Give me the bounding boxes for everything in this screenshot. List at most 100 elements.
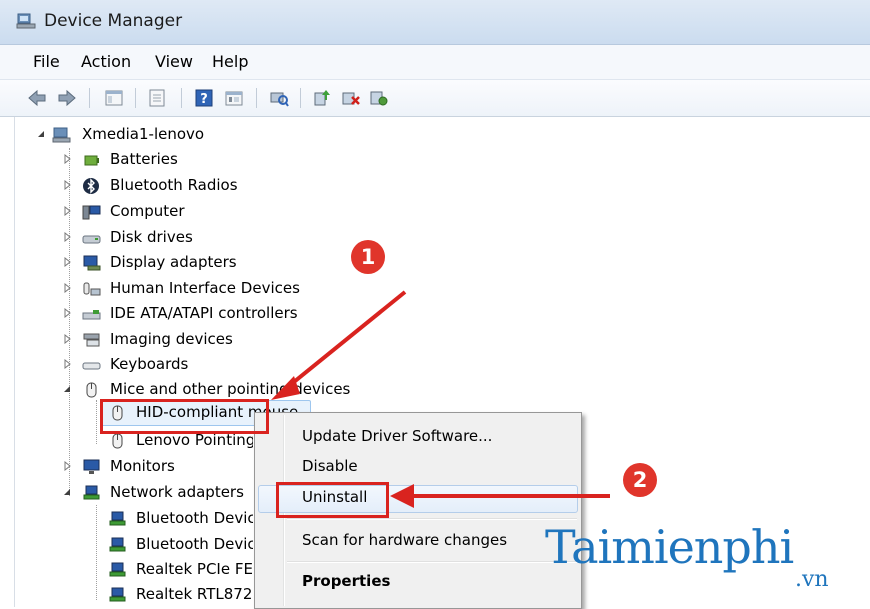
tree-item-label: Realtek RTL8723BE Wireless LAN (136, 585, 253, 603)
menu-help[interactable]: Help (212, 52, 248, 71)
battery-icon (84, 155, 99, 166)
disable-icon[interactable] (368, 87, 390, 109)
expand-arrow-icon[interactable] (62, 232, 72, 242)
tree-item-label: Batteries (110, 150, 178, 168)
tree-item-realtek-wireless[interactable]: Realtek RTL8723BE Wireless LAN (88, 583, 253, 607)
toolbar: ? (0, 80, 870, 117)
expand-arrow-icon[interactable] (62, 180, 72, 190)
tree-item-bluetooth-radios[interactable]: Bluetooth Radios (62, 174, 362, 198)
tree-item-label: Human Interface Devices (110, 279, 300, 297)
tree-item-label: Bluetooth Device (RFCOMM Protocol TDI) (136, 535, 253, 553)
tree-item-label: IDE ATA/ATAPI controllers (110, 304, 298, 322)
toolbar-separator (89, 88, 90, 108)
context-menu-separator (287, 561, 577, 563)
expand-arrow-icon[interactable] (62, 308, 72, 318)
show-hide-console-tree-icon[interactable] (103, 87, 125, 109)
tree-item-network-adapters[interactable]: Network adapters (62, 481, 252, 505)
ide-controller-icon (82, 310, 101, 320)
disable-menu-item[interactable]: Disable (302, 457, 358, 475)
tree-item-ide-controllers[interactable]: IDE ATA/ATAPI controllers (62, 302, 362, 326)
uninstall-icon[interactable] (340, 87, 362, 109)
tree-item-monitors[interactable]: Monitors (62, 455, 252, 479)
tree-item-label: Network adapters (110, 483, 244, 501)
disk-drive-icon (82, 235, 101, 244)
toolbar-separator (181, 88, 182, 108)
expand-arrow-icon[interactable] (62, 154, 72, 164)
step-badge-2: 2 (623, 463, 657, 497)
expand-arrow-icon[interactable] (62, 359, 72, 369)
tree-item-label: Display adapters (110, 253, 237, 271)
display-adapter-icon (83, 255, 101, 271)
tree-item-label: Mice and other pointing devices (110, 380, 351, 398)
annotation-box-uninstall (276, 482, 389, 518)
mouse-icon (86, 382, 97, 398)
expand-arrow-icon[interactable] (62, 257, 72, 267)
tree-item-keyboards[interactable]: Keyboards (62, 353, 362, 377)
update-driver-icon[interactable] (311, 87, 333, 109)
scan-hardware-icon[interactable] (268, 87, 290, 109)
tree-item-label: Bluetooth Device (Personal Area Network) (136, 509, 253, 527)
tree-item-disk-drives[interactable]: Disk drives (62, 226, 362, 250)
step-badge-1: 1 (351, 240, 385, 274)
menu-view[interactable]: View (155, 52, 193, 71)
update-driver-menu-item[interactable]: Update Driver Software... (302, 427, 492, 445)
expand-arrow-icon[interactable] (62, 334, 72, 344)
toolbar-separator (135, 88, 136, 108)
tree-item-display-adapters[interactable]: Display adapters (62, 251, 362, 275)
toolbar-separator (256, 88, 257, 108)
tree-item-imaging-devices[interactable]: Imaging devices (62, 328, 362, 352)
camera-icon (83, 333, 100, 347)
back-icon[interactable] (26, 87, 48, 109)
network-adapter-icon (109, 562, 126, 577)
tree-item-label: Computer (110, 202, 185, 220)
network-adapter-icon (109, 537, 126, 552)
tree-item-bluetooth-rfcomm[interactable]: Bluetooth Device (RFCOMM Protocol TDI) (88, 533, 253, 557)
expand-arrow-icon[interactable] (62, 206, 72, 216)
annotation-box-hid-mouse (100, 399, 269, 434)
keyboard-icon (82, 362, 101, 370)
monitor-icon (83, 459, 100, 474)
scan-hardware-menu-item[interactable]: Scan for hardware changes (302, 531, 507, 549)
network-icon (83, 485, 100, 500)
help-icon[interactable]: ? (193, 87, 215, 109)
tree-root[interactable]: Xmedia1-lenovo (36, 123, 336, 147)
menu-bar: File Action View Help (0, 45, 870, 80)
tree-item-label: Bluetooth Radios (110, 176, 238, 194)
bluetooth-icon (83, 178, 99, 194)
collapse-arrow-icon[interactable] (62, 487, 72, 497)
tree-item-computer[interactable]: Computer (62, 200, 362, 224)
tree-item-label: Monitors (110, 457, 175, 475)
view-icon[interactable] (223, 87, 245, 109)
menu-file[interactable]: File (33, 52, 60, 71)
computer-icon (82, 205, 101, 220)
collapse-arrow-icon[interactable] (62, 384, 72, 394)
tree-item-batteries[interactable]: Batteries (62, 148, 362, 172)
watermark-logo: Taimienphi (545, 520, 794, 574)
pane-border (14, 117, 15, 607)
properties-icon[interactable] (146, 87, 168, 109)
watermark-domain: .vn (795, 567, 829, 592)
menu-action[interactable]: Action (81, 52, 131, 71)
network-adapter-icon (109, 511, 126, 526)
mouse-icon (112, 433, 123, 449)
tree-item-human-interface-devices[interactable]: Human Interface Devices (62, 277, 362, 301)
properties-menu-item[interactable]: Properties (302, 572, 390, 590)
title-bar: Device Manager (0, 0, 870, 45)
network-adapter-icon (109, 587, 126, 602)
expand-arrow-icon[interactable] (62, 283, 72, 293)
context-menu-separator (287, 518, 577, 520)
tree-item-label: Disk drives (110, 228, 193, 246)
window-title: Device Manager (44, 11, 183, 31)
tree-item-label: Keyboards (110, 355, 189, 373)
tree-item-label: Realtek PCIe FE Family Controller (136, 560, 253, 578)
tree-item-bluetooth-pan[interactable]: Bluetooth Device (Personal Area Network) (88, 507, 253, 531)
device-manager-icon (16, 13, 36, 29)
expand-arrow-icon[interactable] (62, 461, 72, 471)
svg-text:?: ? (200, 92, 208, 107)
toolbar-separator (300, 88, 301, 108)
tree-item-label: Imaging devices (110, 330, 233, 348)
tree-item-realtek-pcie[interactable]: Realtek PCIe FE Family Controller (88, 558, 253, 582)
forward-icon[interactable] (56, 87, 78, 109)
collapse-arrow-icon[interactable] (36, 129, 46, 139)
tree-root-label: Xmedia1-lenovo (82, 125, 205, 143)
